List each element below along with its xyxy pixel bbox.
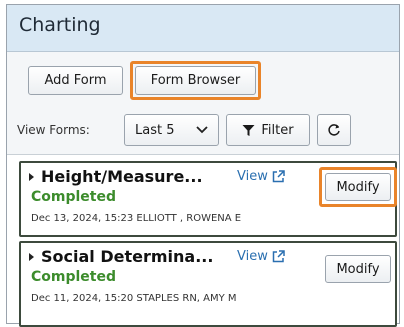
status-text: Completed bbox=[31, 189, 117, 205]
expand-caret-icon[interactable] bbox=[29, 253, 34, 261]
view-forms-label: View Forms: bbox=[17, 123, 90, 137]
modify-button[interactable]: Modify bbox=[325, 255, 391, 283]
form-card[interactable]: Social Determina... View Completed Dec 1… bbox=[19, 241, 397, 327]
last-select[interactable]: Last 5 bbox=[124, 114, 219, 146]
charting-panel: Charting Add Form Form Browser View Form… bbox=[6, 4, 400, 327]
view-label: View bbox=[237, 169, 268, 184]
form-title[interactable]: Social Determina... bbox=[41, 247, 213, 266]
view-link[interactable]: View bbox=[237, 249, 285, 264]
last-select-value: Last 5 bbox=[135, 122, 175, 138]
form-card[interactable]: Height/Measure... View Completed Dec 13,… bbox=[19, 161, 397, 237]
external-link-icon bbox=[272, 170, 285, 183]
form-browser-button[interactable]: Form Browser bbox=[135, 66, 256, 95]
filter-button[interactable]: Filter bbox=[226, 114, 310, 146]
expand-caret-icon[interactable] bbox=[29, 173, 34, 181]
view-label: View bbox=[237, 249, 268, 264]
refresh-icon bbox=[328, 124, 340, 136]
filter-label: Filter bbox=[261, 122, 294, 138]
view-link[interactable]: View bbox=[237, 169, 285, 184]
external-link-icon bbox=[272, 250, 285, 263]
status-text: Completed bbox=[31, 269, 117, 285]
add-form-button[interactable]: Add Form bbox=[28, 66, 123, 95]
panel-title: Charting bbox=[19, 14, 101, 36]
filter-icon bbox=[242, 124, 255, 136]
form-meta: Dec 13, 2024, 15:23 ELLIOTT , ROWENA E bbox=[31, 213, 242, 224]
form-title[interactable]: Height/Measure... bbox=[41, 167, 203, 186]
chevron-down-icon bbox=[196, 126, 208, 134]
panel-header: Charting bbox=[7, 5, 399, 52]
refresh-button[interactable] bbox=[317, 114, 351, 146]
form-meta: Dec 11, 2024, 15:20 STAPLES RN, AMY M bbox=[31, 293, 237, 304]
modify-button[interactable]: Modify bbox=[325, 173, 391, 201]
